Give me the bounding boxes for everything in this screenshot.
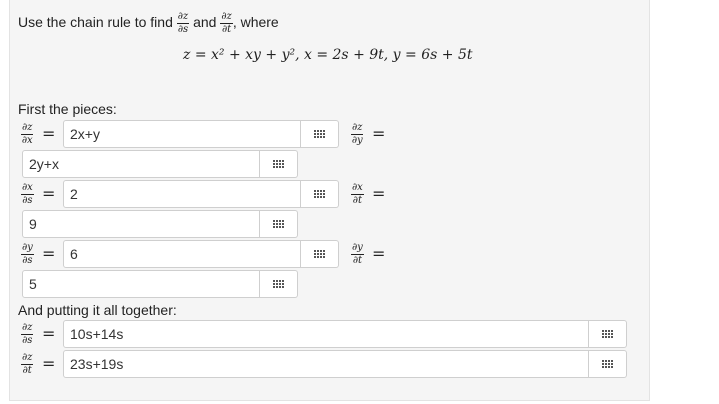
answer-field-dx-ds[interactable]: 2 <box>63 180 301 208</box>
keyboard-button[interactable] <box>301 120 339 148</box>
prompt-line: Use the chain rule to find ∂z ∂s and ∂z … <box>18 12 279 35</box>
label-final-dz-ds: ∂z ∂s <box>21 322 34 346</box>
equals-sign: = <box>42 244 56 263</box>
keyboard-button[interactable] <box>260 270 298 298</box>
given-equation: z = x² + xy + y², x = 2s + 9t, y = 6s + … <box>183 47 473 63</box>
keyboard-button[interactable] <box>260 210 298 238</box>
answer-field-dx-dt[interactable]: 9 <box>22 210 260 238</box>
equals-sign: = <box>42 354 56 373</box>
equals-sign: = <box>42 124 56 143</box>
pieces-heading: First the pieces: <box>18 101 117 117</box>
answer-field-final-dz-dt[interactable]: 23s+19s <box>63 350 589 378</box>
keyboard-button[interactable] <box>260 150 298 178</box>
prompt-fraction-dz-dt: ∂z ∂t <box>220 11 233 35</box>
label-dz-dy: ∂z ∂y <box>351 122 364 146</box>
keyboard-grid-icon <box>602 330 613 338</box>
answer-field-dz-dy[interactable]: 2y+x <box>22 150 260 178</box>
equals-sign: = <box>372 124 386 143</box>
answer-field-dz-dx[interactable]: 2x+y <box>63 120 301 148</box>
keyboard-grid-icon <box>273 220 284 228</box>
answer-field-final-dz-ds[interactable]: 10s+14s <box>63 320 589 348</box>
equals-sign: = <box>42 324 56 343</box>
label-final-dz-dt: ∂z ∂t <box>21 352 34 376</box>
equals-sign: = <box>372 184 386 203</box>
prompt-text: Use the chain rule to find <box>18 14 173 31</box>
keyboard-grid-icon <box>314 190 325 198</box>
keyboard-button[interactable] <box>301 180 339 208</box>
keyboard-button[interactable] <box>301 240 339 268</box>
label-dy-ds: ∂y ∂s <box>21 242 34 266</box>
keyboard-grid-icon <box>602 360 613 368</box>
keyboard-grid-icon <box>273 160 284 168</box>
keyboard-grid-icon <box>314 130 325 138</box>
label-dx-dt: ∂x ∂t <box>351 182 364 206</box>
keyboard-grid-icon <box>314 250 325 258</box>
answer-field-dy-dt[interactable]: 5 <box>22 270 260 298</box>
keyboard-button[interactable] <box>589 350 627 378</box>
equals-sign: = <box>372 244 386 263</box>
prompt-where: , where <box>232 14 279 31</box>
together-heading: And putting it all together: <box>18 302 177 318</box>
label-dy-dt: ∂y ∂t <box>351 242 364 266</box>
label-dz-dx: ∂z ∂x <box>21 122 34 146</box>
equals-sign: = <box>42 184 56 203</box>
prompt-and: and <box>193 14 217 31</box>
label-dx-ds: ∂x ∂s <box>21 182 34 206</box>
answer-field-dy-ds[interactable]: 6 <box>63 240 301 268</box>
prompt-fraction-dz-ds: ∂z ∂s <box>176 11 190 35</box>
keyboard-grid-icon <box>273 280 284 288</box>
keyboard-button[interactable] <box>589 320 627 348</box>
